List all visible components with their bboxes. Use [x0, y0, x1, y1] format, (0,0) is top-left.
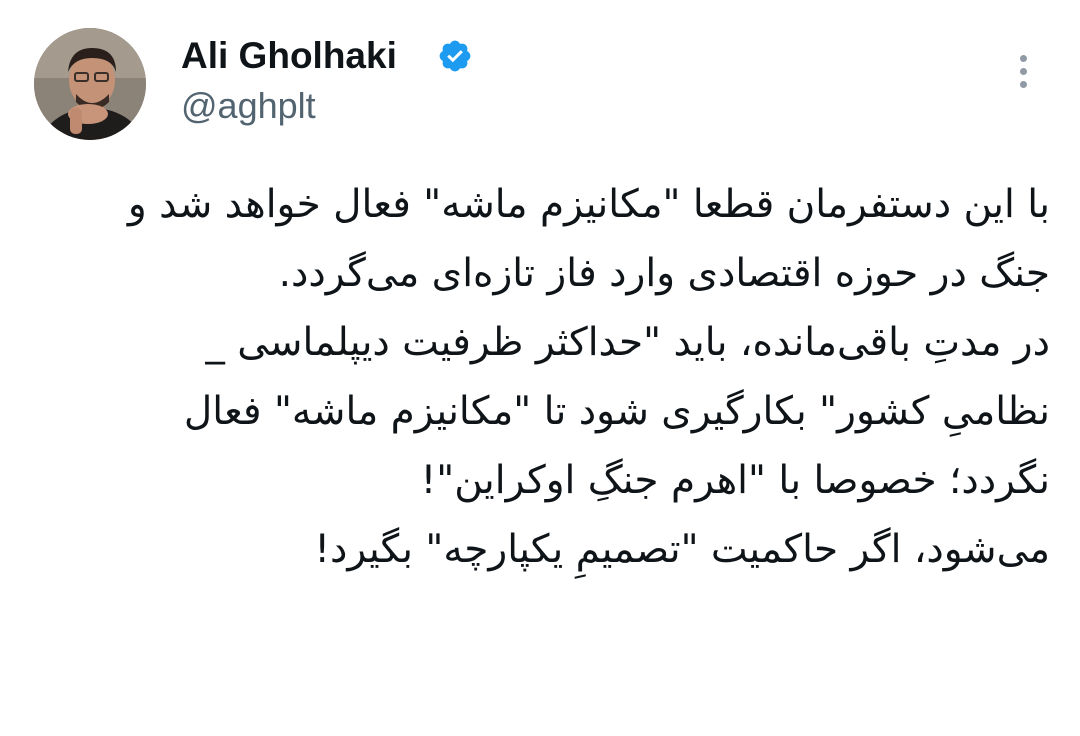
tweet-line: در مدتِ باقی‌مانده، باید "حداکثر ظرفیت د…	[205, 320, 1050, 365]
more-vertical-icon[interactable]	[1006, 52, 1040, 96]
verified-badge-icon	[439, 40, 471, 72]
tweet-card: Ali Gholhaki @aghplt با این دستفرمان قطع…	[0, 0, 1080, 736]
tweet-line: با این دستفرمان قطعا "مکانیزم ماشه" فعال…	[127, 182, 1050, 227]
tweet-line: نگردد؛ خصوصا با "اهرم جنگِ اوکراین"!	[420, 458, 1050, 503]
author-name[interactable]: Ali Gholhaki	[181, 34, 397, 78]
avatar[interactable]	[34, 28, 146, 140]
tweet-line: می‌شود، اگر حاکمیت "تصمیمِ یکپارچه" بگیر…	[314, 527, 1050, 572]
tweet-line: نظامیِ کشور" بکارگیری شود تا "مکانیزم ما…	[183, 389, 1050, 434]
avatar-image	[34, 28, 146, 140]
tweet-line: جنگ در حوزه اقتصادی وارد فاز تازه‌ای می‌…	[278, 251, 1050, 296]
author-handle[interactable]: @aghplt	[181, 84, 316, 128]
tweet-text: با این دستفرمان قطعا "مکانیزم ماشه" فعال…	[60, 170, 1050, 584]
